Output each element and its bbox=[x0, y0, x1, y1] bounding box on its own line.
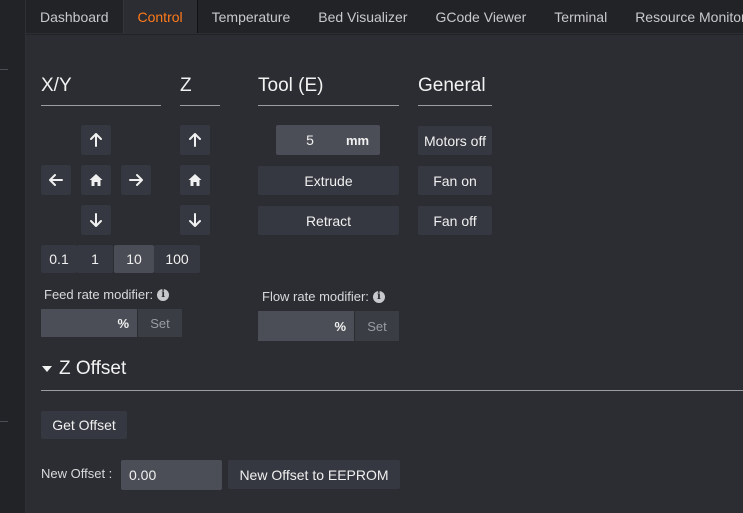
jog-z-minus-button[interactable] bbox=[180, 205, 210, 235]
fan-on-button[interactable]: Fan on bbox=[418, 166, 492, 195]
step-size-0-1-button[interactable]: 0.1 bbox=[41, 245, 77, 273]
feed-rate-group: % Set bbox=[41, 309, 182, 337]
section-title-z: Z bbox=[180, 75, 220, 106]
arrow-up-icon bbox=[90, 133, 102, 147]
tab-resource-monitor[interactable]: Resource Monitor bbox=[621, 0, 743, 33]
jog-x-minus-button[interactable] bbox=[41, 165, 71, 195]
tab-terminal[interactable]: Terminal bbox=[540, 0, 621, 33]
extrude-amount-input[interactable] bbox=[276, 125, 344, 155]
new-offset-input[interactable] bbox=[121, 460, 222, 490]
flow-rate-unit: % bbox=[332, 311, 354, 341]
get-offset-button[interactable]: Get Offset bbox=[41, 411, 127, 439]
step-size-10-button[interactable]: 10 bbox=[114, 245, 154, 273]
arrow-right-icon bbox=[129, 174, 143, 186]
z-offset-divider bbox=[41, 390, 743, 391]
section-title-general: General bbox=[418, 75, 492, 106]
jog-y-plus-button[interactable] bbox=[81, 125, 111, 155]
feed-rate-label-text: Feed rate modifier: bbox=[44, 287, 154, 302]
feed-rate-set-button[interactable]: Set bbox=[137, 309, 182, 337]
extrude-unit-label: mm bbox=[344, 125, 380, 155]
arrow-left-icon bbox=[49, 174, 63, 186]
flow-rate-set-button[interactable]: Set bbox=[354, 311, 399, 341]
z-offset-header[interactable]: Z Offset bbox=[41, 358, 126, 380]
tab-gcode-viewer[interactable]: GCode Viewer bbox=[421, 0, 540, 33]
extrude-button[interactable]: Extrude bbox=[258, 166, 399, 195]
tab-bar: Dashboard Control Temperature Bed Visual… bbox=[26, 0, 743, 34]
section-title-xy: X/Y bbox=[41, 75, 161, 106]
flow-rate-label-text: Flow rate modifier: bbox=[262, 289, 369, 304]
jog-x-plus-button[interactable] bbox=[121, 165, 151, 195]
feed-rate-input[interactable] bbox=[41, 309, 115, 337]
extrude-amount-group: mm bbox=[276, 125, 380, 155]
z-offset-title: Z Offset bbox=[59, 358, 127, 379]
feed-rate-label: Feed rate modifier: i bbox=[44, 287, 170, 302]
strip-divider bbox=[0, 421, 8, 422]
strip-divider bbox=[0, 69, 8, 70]
flow-rate-group: % Set bbox=[258, 311, 399, 341]
feed-rate-unit: % bbox=[115, 309, 137, 337]
flow-rate-input[interactable] bbox=[258, 311, 332, 341]
section-title-tool: Tool (E) bbox=[258, 75, 399, 106]
tab-control[interactable]: Control bbox=[122, 0, 198, 33]
tab-temperature[interactable]: Temperature bbox=[198, 0, 305, 33]
info-icon[interactable]: i bbox=[157, 288, 170, 301]
step-size-1-button[interactable]: 1 bbox=[77, 245, 113, 273]
control-panel: X/Y Z Tool (E) General 0.1 1 10 100 mm E… bbox=[26, 35, 743, 513]
tab-bed-visualizer[interactable]: Bed Visualizer bbox=[304, 0, 421, 33]
home-xy-button[interactable] bbox=[81, 165, 111, 195]
new-offset-label: New Offset : bbox=[41, 466, 113, 481]
home-z-button[interactable] bbox=[180, 165, 210, 195]
motors-off-button[interactable]: Motors off bbox=[418, 126, 492, 155]
home-icon bbox=[188, 174, 202, 186]
caret-down-icon bbox=[42, 366, 52, 372]
jog-z-plus-button[interactable] bbox=[180, 125, 210, 155]
step-size-100-button[interactable]: 100 bbox=[154, 245, 200, 273]
fan-off-button[interactable]: Fan off bbox=[418, 206, 492, 235]
home-icon bbox=[89, 174, 103, 186]
save-offset-eeprom-button[interactable]: New Offset to EEPROM bbox=[228, 460, 400, 489]
arrow-up-icon bbox=[189, 133, 201, 147]
arrow-down-icon bbox=[90, 213, 102, 227]
arrow-down-icon bbox=[189, 213, 201, 227]
tab-dashboard[interactable]: Dashboard bbox=[26, 0, 123, 33]
flow-rate-label: Flow rate modifier: i bbox=[262, 289, 385, 304]
left-sidebar-strip bbox=[0, 0, 26, 513]
info-icon[interactable]: i bbox=[372, 290, 385, 303]
jog-y-minus-button[interactable] bbox=[81, 205, 111, 235]
retract-button[interactable]: Retract bbox=[258, 206, 399, 235]
